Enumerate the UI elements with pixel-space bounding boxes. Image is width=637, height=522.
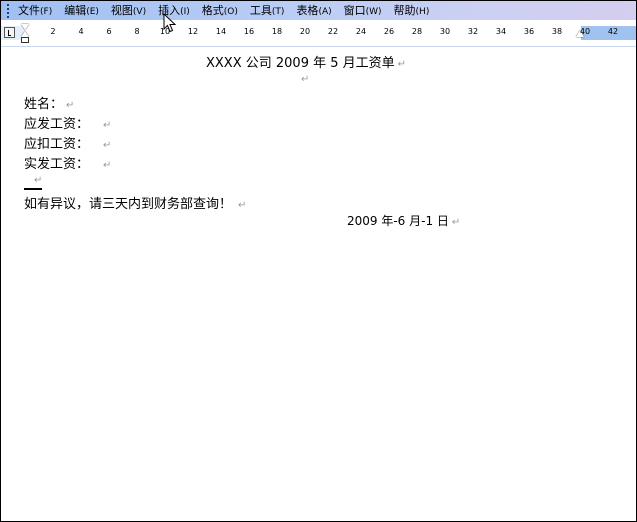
toolbar-grip-icon[interactable] [4,1,12,20]
ruler-number: 42 [607,27,619,36]
ruler-number: 24 [355,27,367,36]
ruler-number: 16 [243,27,255,36]
field-deductions-line: 应扣工资： ↵ [24,137,112,152]
menu-file[interactable]: 文件(F) [12,1,58,20]
horizontal-ruler[interactable]: 2 4 6 8 10 12 14 16 18 20 22 24 26 28 30 32 34 36 38 40 42 [1,20,636,47]
menu-view[interactable]: 视图(V) [105,1,152,20]
word-window: 文件(F) 编辑(E) 视图(V) 插入(I) 格式(O) 工具(T) 表格(A… [0,0,637,522]
ruler-number: 34 [495,27,507,36]
ruler-number: 22 [327,27,339,36]
ruler-number: 28 [411,27,423,36]
ruler-number: 40 [579,27,591,36]
ruler-number: 20 [299,27,311,36]
ruler-number: 12 [187,27,199,36]
ruler-number: 18 [271,27,283,36]
menu-tools[interactable]: 工具(T) [244,1,291,20]
paragraph-mark-icon: ↵ [66,100,75,111]
menu-format[interactable]: 格式(O) [196,1,244,20]
paragraph-mark-icon: ↵ [397,59,407,70]
end-of-document-marker [24,188,42,190]
menu-window[interactable]: 窗口(W) [338,1,388,20]
ruler-number: 8 [134,27,140,36]
ruler-number: 26 [383,27,395,36]
field-gross-pay-line: 应发工资： ↵ [24,117,112,132]
document-title: XXXX 公司 2009 年 5 月工资单 ↵ [206,56,407,71]
paragraph-mark-icon: ↵ [103,120,112,131]
ruler-number: 4 [78,27,84,36]
mouse-pointer-icon [163,13,177,33]
ruler-number: 30 [439,27,451,36]
left-indent-icon[interactable] [21,37,29,43]
date-line: 2009 年-6 月-1 日 ↵ [347,214,461,228]
paragraph-mark-icon: ↵ [451,217,461,228]
paragraph-mark-icon: ↵ [103,140,112,151]
menu-bar: 文件(F) 编辑(E) 视图(V) 插入(I) 格式(O) 工具(T) 表格(A… [1,1,636,20]
ruler-number: 14 [215,27,227,36]
paragraph-mark-icon: ↵ [238,200,247,211]
ruler-number: 38 [551,27,563,36]
notice-line: 如有异议，请三天内到财务部查询！ ↵ [24,197,247,212]
ruler-number: 32 [467,27,479,36]
document-area[interactable]: XXXX 公司 2009 年 5 月工资单 ↵ ↵ 姓名： ↵ 应发工资： ↵ 应扣工… [1,47,636,521]
ruler-number: 2 [50,27,56,36]
ruler-number: 6 [106,27,112,36]
menu-help[interactable]: 帮助(H) [388,1,436,20]
ruler-number: 36 [523,27,535,36]
paragraph-mark-icon: ↵ [103,160,112,171]
menu-edit[interactable]: 编辑(E) [58,1,105,20]
field-name-line: 姓名： ↵ [24,97,75,112]
tab-selector-icon[interactable] [4,27,15,38]
menu-table[interactable]: 表格(A) [290,1,337,20]
paragraph-mark-icon: ↵ [301,74,310,85]
paragraph-mark-icon: ↵ [34,175,43,186]
field-net-pay-line: 实发工资： ↵ [24,157,112,172]
first-line-indent-icon[interactable] [21,24,29,30]
